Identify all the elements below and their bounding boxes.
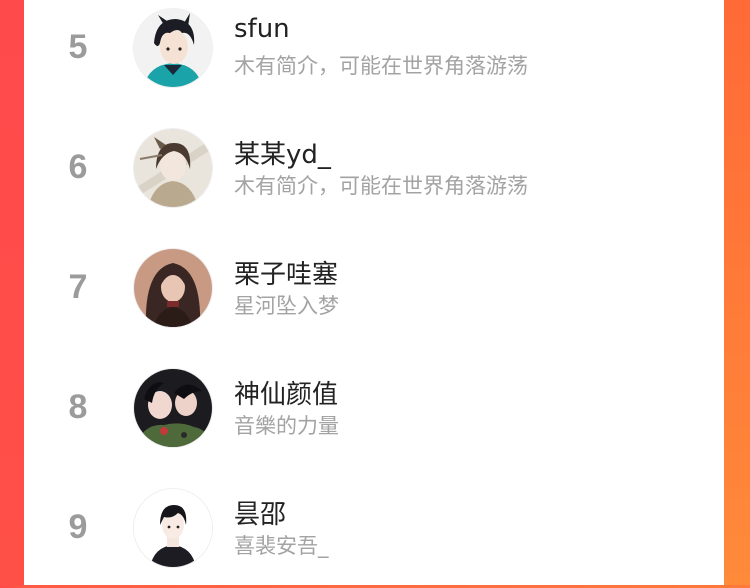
user-bio: 喜裴安吾_ xyxy=(234,534,329,558)
rank-number: 9 xyxy=(68,508,88,546)
rank-number: 6 xyxy=(68,148,88,186)
ranking-row[interactable]: 6 某某yd_ 木有简介，可能在世界角落游荡 xyxy=(24,108,724,228)
user-name[interactable]: sfun xyxy=(234,14,290,44)
left-gradient-border xyxy=(0,0,24,585)
ranking-row[interactable]: 7 栗子哇塞 星河坠入梦 xyxy=(24,228,724,348)
rank-number: 7 xyxy=(68,268,88,306)
user-name[interactable]: 某某yd_ xyxy=(234,134,331,171)
user-bio: 星河坠入梦 xyxy=(234,294,339,318)
right-gradient-border xyxy=(724,0,750,585)
ranking-row[interactable]: 5 sfun 木有简介，可能在世界角落游荡 xyxy=(24,0,724,108)
rank-number: 8 xyxy=(68,388,88,426)
user-bio: 木有简介，可能在世界角落游荡 xyxy=(234,54,528,78)
ranking-list: 5 sfun 木有简介，可能在世界角落游荡 6 某某yd_ 木有简介，可能在世界… xyxy=(24,0,724,585)
user-name[interactable]: 昙邵 xyxy=(234,494,286,531)
ranking-row[interactable]: 9 昙邵 喜裴安吾_ xyxy=(24,468,724,588)
user-bio: 木有简介，可能在世界角落游荡 xyxy=(234,174,528,198)
user-name[interactable]: 神仙颜值 xyxy=(234,374,338,411)
user-bio: 音樂的力量 xyxy=(234,414,339,438)
ancient-style-avatar-icon[interactable] xyxy=(134,129,212,207)
anime-couple-avatar-icon[interactable] xyxy=(134,369,212,447)
ranking-row[interactable]: 8 神仙颜值 音樂的力量 xyxy=(24,348,724,468)
anime-boy-turtleneck-avatar-icon[interactable] xyxy=(134,489,212,567)
girl-portrait-avatar-icon[interactable] xyxy=(134,249,212,327)
rank-number: 5 xyxy=(68,28,88,66)
anime-boy-avatar-icon[interactable] xyxy=(134,9,212,87)
user-name[interactable]: 栗子哇塞 xyxy=(234,254,338,291)
